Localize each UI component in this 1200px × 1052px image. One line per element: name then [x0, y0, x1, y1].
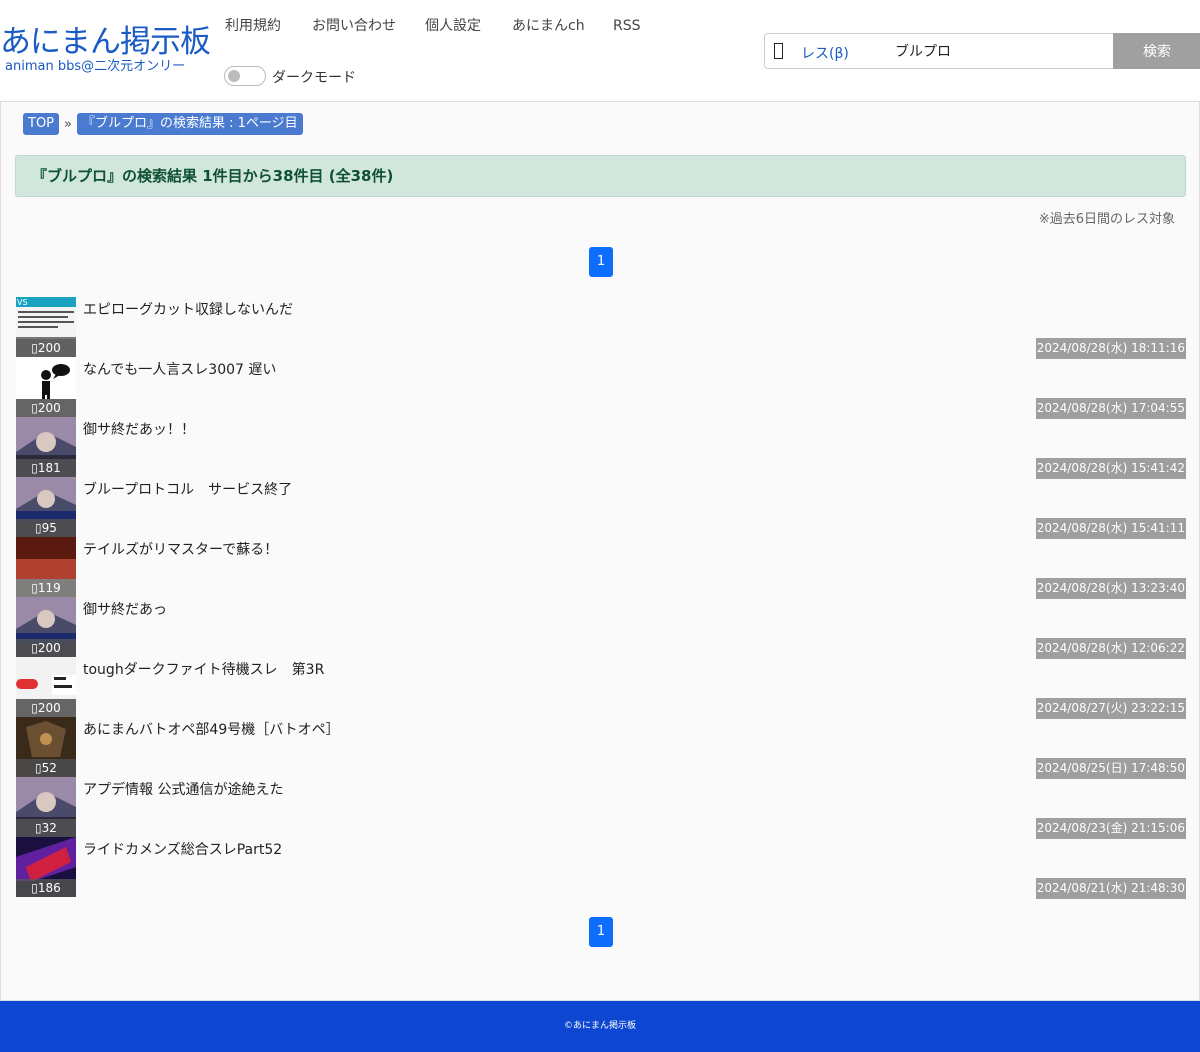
thread-date: 2024/08/28(水) 18:11:16 [1035, 338, 1186, 359]
thread-date: 2024/08/28(水) 15:41:42 [1035, 458, 1186, 479]
reply-count-value: 52 [41, 761, 57, 775]
reply-count-value: 32 [41, 821, 57, 835]
search-mode-icon [774, 43, 783, 59]
dark-mode-label: ダークモード [272, 70, 356, 86]
thread-date: 2024/08/27(火) 23:22:15 [1035, 698, 1186, 719]
reply-count: ▯200 [16, 339, 76, 357]
search-result-banner: 『ブルプロ』の検索結果 1件目から38件目 (全38件) [15, 155, 1186, 197]
nav-link-terms[interactable]: 利用規約 [225, 17, 281, 35]
site-logo-subtitle[interactable]: animan bbs@二次元オンリー [5, 59, 185, 75]
thread-row[interactable]: ▯200 なんでも一人言スレ3007 遅い 2024/08/28(水) 17:0… [15, 357, 1187, 419]
thread-row[interactable]: ▯200 御サ終だあっ 2024/08/28(水) 12:06:22 [15, 597, 1187, 659]
thread-date: 2024/08/28(水) 17:04:55 [1035, 398, 1186, 419]
reply-count-value: 200 [37, 341, 61, 355]
breadcrumb: TOP» 『ブルプロ』の検索結果 : 1ページ目 [23, 113, 303, 135]
nav-link-contact[interactable]: お問い合わせ [312, 17, 396, 35]
pagination-bottom-page-1[interactable]: 1 [589, 917, 613, 947]
reply-count: ▯32 [16, 819, 76, 837]
reply-count: ▯186 [16, 879, 76, 897]
site-footer: ©あにまん掲示板 [0, 1001, 1200, 1052]
reply-count-value: 200 [37, 701, 61, 715]
site-header: あにまん掲示板 animan bbs@二次元オンリー 利用規約 お問い合わせ 個… [0, 0, 1200, 101]
pagination-top-page-1[interactable]: 1 [589, 247, 613, 277]
site-logo[interactable]: あにまん掲示板 [0, 24, 211, 60]
thread-date: 2024/08/28(水) 15:41:11 [1035, 518, 1186, 539]
reply-count-value: 200 [37, 641, 61, 655]
thread-row[interactable]: ▯119 テイルズがリマスターで蘇る！ 2024/08/28(水) 13:23:… [15, 537, 1187, 599]
dark-mode-toggle[interactable] [224, 66, 266, 86]
reply-count-value: 186 [37, 881, 61, 895]
nav-link-settings[interactable]: 個人設定 [425, 17, 481, 35]
thread-list: VS ▯200 エピローグカット収録しないんだ 2024/08/28(水) 18… [15, 297, 1187, 899]
reply-count-value: 119 [37, 581, 61, 595]
toggle-knob [228, 70, 240, 82]
search-mode-select[interactable]: レス(β) [801, 43, 849, 63]
thread-date: 2024/08/28(水) 13:23:40 [1035, 578, 1186, 599]
thread-row[interactable]: ▯52 あにまんバトオペ部49号機［バトオペ］ 2024/08/25(日) 17… [15, 717, 1187, 779]
reply-count: ▯119 [16, 579, 76, 597]
thread-title[interactable]: エピローグカット収録しないんだ [83, 301, 293, 319]
thread-title[interactable]: ライドカメンズ総合スレPart52 [83, 841, 282, 859]
thread-title[interactable]: あにまんバトオペ部49号機［バトオペ］ [83, 721, 340, 739]
thread-title[interactable]: アプデ情報 公式通信が途絶えた [83, 781, 283, 799]
breadcrumb-top[interactable]: TOP [23, 113, 60, 135]
thread-row[interactable]: ▯200 toughダークファイト待機スレ 第3R 2024/08/27(火) … [15, 657, 1187, 719]
reply-count: ▯181 [16, 459, 76, 477]
nav-link-rss[interactable]: RSS [613, 17, 641, 35]
reply-count: ▯200 [16, 399, 76, 417]
search-input[interactable] [895, 39, 1105, 63]
thread-title[interactable]: toughダークファイト待機スレ 第3R [83, 661, 324, 679]
reply-count-value: 200 [37, 401, 61, 415]
thread-row[interactable]: ▯32 アプデ情報 公式通信が途絶えた 2024/08/23(金) 21:15:… [15, 777, 1187, 839]
reply-count: ▯200 [16, 639, 76, 657]
main-content: TOP» 『ブルプロ』の検索結果 : 1ページ目 『ブルプロ』の検索結果 1件目か… [0, 101, 1200, 1001]
search-scope-note: ※過去6日間のレス対象 [1038, 212, 1175, 227]
reply-count: ▯200 [16, 699, 76, 717]
search-form: レス(β) 検索 [764, 33, 1200, 69]
reply-count-value: 95 [41, 521, 57, 535]
svg-text:VS: VS [17, 298, 28, 307]
thread-date: 2024/08/23(金) 21:15:06 [1035, 818, 1186, 839]
thread-date: 2024/08/21(水) 21:48:30 [1035, 878, 1186, 899]
thread-title[interactable]: 御サ終だあっ [83, 601, 167, 619]
thread-row[interactable]: ▯181 御サ終だあッ！！ 2024/08/28(水) 15:41:42 [15, 417, 1187, 479]
thread-title[interactable]: 御サ終だあッ！！ [83, 421, 195, 439]
thread-row[interactable]: VS ▯200 エピローグカット収録しないんだ 2024/08/28(水) 18… [15, 297, 1187, 359]
thread-row[interactable]: ▯95 ブループロトコル サービス終了 2024/08/28(水) 15:41:… [15, 477, 1187, 539]
nav-link-animanch[interactable]: あにまんch [512, 17, 585, 35]
breadcrumb-current[interactable]: 『ブルプロ』の検索結果 : 1ページ目 [76, 113, 303, 135]
breadcrumb-separator: » [64, 116, 72, 132]
footer-copyright: ©あにまん掲示板 [563, 1021, 636, 1031]
reply-count-value: 181 [37, 461, 61, 475]
reply-count: ▯52 [16, 759, 76, 777]
thread-title[interactable]: なんでも一人言スレ3007 遅い [83, 361, 276, 379]
search-button[interactable]: 検索 [1113, 33, 1200, 69]
reply-count: ▯95 [16, 519, 76, 537]
thread-date: 2024/08/25(日) 17:48:50 [1035, 758, 1186, 779]
thread-title[interactable]: ブループロトコル サービス終了 [83, 481, 292, 499]
thread-row[interactable]: ▯186 ライドカメンズ総合スレPart52 2024/08/21(水) 21:… [15, 837, 1187, 899]
thread-date: 2024/08/28(水) 12:06:22 [1035, 638, 1186, 659]
thread-title[interactable]: テイルズがリマスターで蘇る！ [83, 541, 278, 559]
